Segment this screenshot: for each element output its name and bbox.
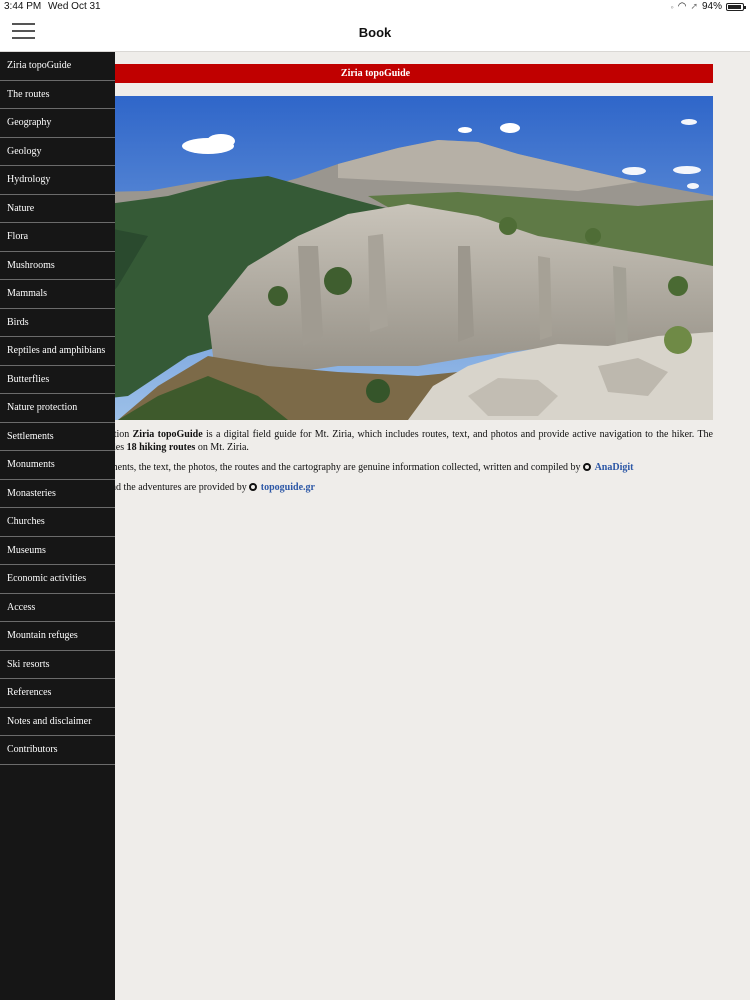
menu-item-mushrooms[interactable]: Mushrooms bbox=[0, 252, 115, 280]
menu-item-access[interactable]: Access bbox=[0, 594, 115, 622]
routes-count: 18 hiking routes bbox=[126, 442, 196, 453]
trails-paragraph: The trails and the adventures are provid… bbox=[38, 481, 713, 494]
title-banner: Ziria topoGuide bbox=[38, 64, 713, 83]
menu-item-museums[interactable]: Museums bbox=[0, 537, 115, 565]
menu-item-nature-protection[interactable]: Nature protection bbox=[0, 394, 115, 423]
location-icon: ➚ bbox=[690, 1, 698, 11]
topoguide-link[interactable]: topoguide.gr bbox=[261, 482, 315, 493]
intro-paragraph: The application Ziria topoGuide is a dig… bbox=[38, 428, 713, 454]
menu-item-economic-activities[interactable]: Economic activities bbox=[0, 565, 115, 594]
menu-item-hydrology[interactable]: Hydrology bbox=[0, 166, 115, 195]
menu-item-notes-and-disclaimer[interactable]: Notes and disclaimer bbox=[0, 708, 115, 736]
status-date: Wed Oct 31 bbox=[48, 1, 101, 12]
menu-item-contributors[interactable]: Contributors bbox=[0, 736, 115, 765]
mountain-photo bbox=[38, 96, 713, 420]
menu-item-geology[interactable]: Geology bbox=[0, 138, 115, 166]
menu-item-mountain-refuges[interactable]: Mountain refuges bbox=[0, 622, 115, 651]
menu-item-ziria-topoguide[interactable]: Ziria topoGuide bbox=[0, 52, 115, 81]
menu-item-monasteries[interactable]: Monasteries bbox=[0, 480, 115, 508]
menu-item-monuments[interactable]: Monuments bbox=[0, 451, 115, 480]
menu-item-settlements[interactable]: Settlements bbox=[0, 423, 115, 451]
battery-icon bbox=[726, 2, 746, 11]
menu-item-the-routes[interactable]: The routes bbox=[0, 81, 115, 109]
menu-item-reptiles-and-amphibians[interactable]: Reptiles and amphibians bbox=[0, 337, 115, 366]
menu-item-references[interactable]: References bbox=[0, 679, 115, 708]
menu-item-churches[interactable]: Churches bbox=[0, 508, 115, 537]
menu-item-geography[interactable]: Geography bbox=[0, 109, 115, 138]
battery-percent: 94% bbox=[701, 1, 722, 12]
credits-paragraph: All app elements, the text, the photos, … bbox=[38, 461, 713, 474]
anadigit-link[interactable]: AnaDigit bbox=[595, 462, 634, 473]
status-bar: 3:44 PM Wed Oct 31 ◦ ◠ ➚ 94% bbox=[0, 0, 750, 14]
intro-text: The application Ziria topoGuide is a dig… bbox=[38, 428, 713, 501]
status-indicators: ◦ ◠ ➚ 94% bbox=[670, 1, 746, 12]
menu-item-birds[interactable]: Birds bbox=[0, 309, 115, 337]
menu-item-ski-resorts[interactable]: Ski resorts bbox=[0, 651, 115, 679]
link-circle-icon bbox=[582, 463, 591, 471]
menu-item-flora[interactable]: Flora bbox=[0, 223, 115, 252]
navigation-bar: Book bbox=[0, 14, 750, 52]
credits-text: All app elements, the text, the photos, … bbox=[66, 462, 581, 473]
menu-item-butterflies[interactable]: Butterflies bbox=[0, 366, 115, 394]
wifi-icon: ◠ bbox=[677, 1, 687, 12]
intro-suffix: on Mt. Ziria. bbox=[195, 442, 249, 453]
link-circle-icon bbox=[248, 483, 257, 491]
menu-item-nature[interactable]: Nature bbox=[0, 195, 115, 223]
status-time: 3:44 PM bbox=[4, 1, 42, 12]
side-menu: Ziria topoGuide The routes Geography Geolog… bbox=[0, 52, 115, 1000]
menu-item-mammals[interactable]: Mammals bbox=[0, 280, 115, 309]
page-title: Book bbox=[358, 25, 392, 40]
screen-lock-icon: ◦ bbox=[670, 1, 674, 12]
app-name: Ziria topoGuide bbox=[132, 429, 203, 440]
